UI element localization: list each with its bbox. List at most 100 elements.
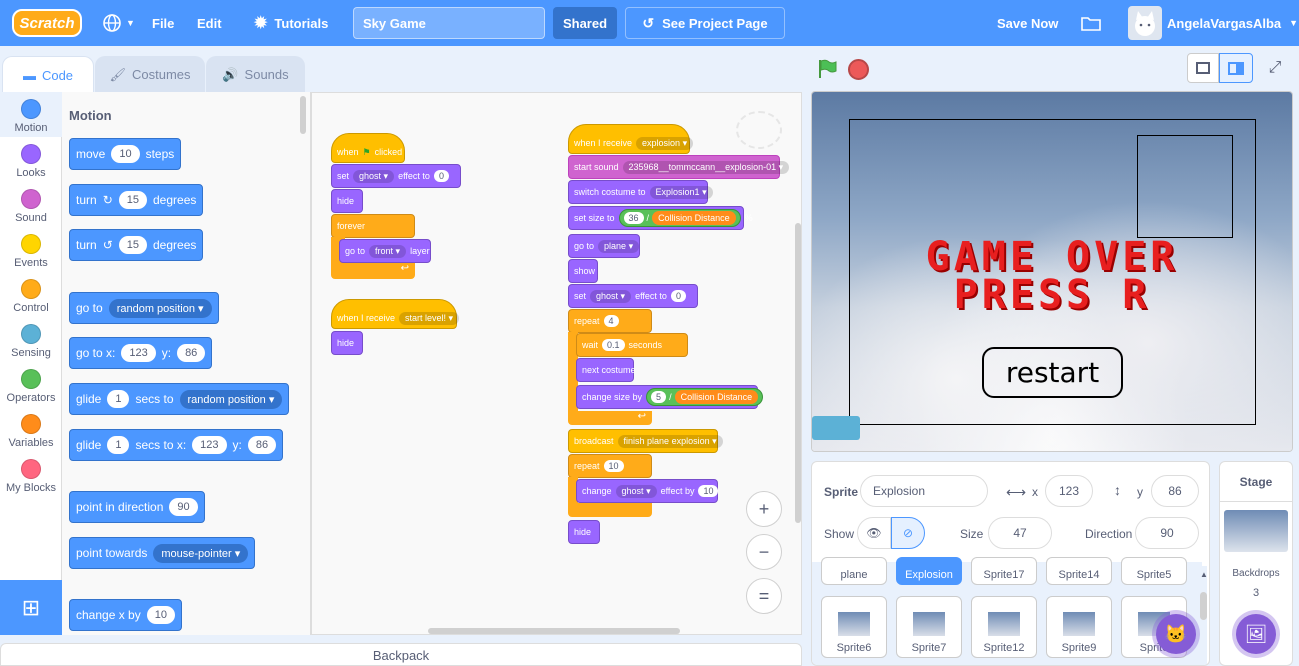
category-variables[interactable]: Variables [0,407,62,452]
block-broadcast[interactable]: broadcast finish plane explosion ▾ [568,429,723,453]
my-stuff-button[interactable] [1080,0,1102,46]
sprite-tile-sprite14[interactable]: Sprite14 [1046,557,1112,585]
stage-canvas[interactable]: GAME OVER PRESS R restart [811,91,1293,452]
sprite-tile-plane[interactable]: plane [821,557,887,585]
category-control[interactable]: Control [0,272,62,317]
block-hide[interactable]: hide [331,331,363,355]
block-switch-costume[interactable]: switch costume to Explosion1 ▾ [568,180,713,204]
sprite-tile-sprite9[interactable]: Sprite9 [1046,596,1112,658]
zoom-reset-button[interactable]: = [746,578,782,614]
edit-menu[interactable]: Edit [197,0,222,46]
block-go-to[interactable]: go to plane ▾ [568,234,640,258]
variable-reporter[interactable]: Collision Distance [674,390,759,404]
sprite-list-scrollbar[interactable] [1200,592,1207,620]
variable-reporter[interactable]: Collision Distance [652,211,736,225]
language-menu[interactable]: ▼ [102,0,135,46]
choose-backdrop-button[interactable]: 🖼 [1236,614,1276,654]
block-input[interactable]: 86 [177,344,206,362]
sprite-tile-sprite17[interactable]: Sprite17 [971,557,1037,585]
block-dropdown[interactable]: finish plane explosion ▾ [617,434,723,448]
block-glide-xy[interactable]: glide 1 secs to x: 123 y: 86 [69,429,284,461]
category-looks[interactable]: Looks [0,137,62,182]
hat-when-i-receive[interactable]: when I receive start level! ▾ [331,299,460,329]
account-menu[interactable]: AngelaVargasAlba ▼ [1167,0,1298,46]
green-flag-button[interactable] [816,58,838,83]
block-repeat[interactable]: repeat 10 [568,454,652,478]
block-dropdown[interactable]: mouse-pointer ▾ [153,543,249,563]
hat-when-i-receive-explosion[interactable]: when I receive explosion ▾ [568,124,694,154]
y-input[interactable]: 86 [1151,475,1199,507]
show-hidden-button[interactable]: ⊘ [891,517,925,549]
small-stage-button[interactable] [1187,53,1219,83]
block-input[interactable]: 10 [698,485,719,497]
restart-button-sprite[interactable]: restart [982,347,1123,398]
block-point-in-direction[interactable]: point in direction 90 [69,491,205,523]
sprite-tile-explosion-selected[interactable]: Explosion [896,557,962,585]
see-project-page-button[interactable]: ↺ See Project Page [625,7,785,39]
block-turn-right[interactable]: turn ↻ 15 degrees [69,184,204,216]
direction-input[interactable]: 90 [1135,517,1199,549]
file-menu[interactable]: File [152,0,174,46]
sprite-tile-sprite7[interactable]: Sprite7 [896,596,962,658]
block-dropdown[interactable]: ghost ▾ [615,484,657,498]
block-point-towards[interactable]: point towards mouse-pointer ▾ [69,537,256,569]
show-visible-button[interactable]: 👁 [857,517,891,549]
script-area[interactable]: when ⚑ clicked set ghost ▾ effect to 0 hide f… [311,92,802,635]
script-scrollbar-vertical[interactable] [795,223,801,523]
block-set-size[interactable]: set size to 36/Collision Distance% [568,206,753,230]
avatar[interactable] [1128,6,1162,40]
block-input[interactable]: 15 [118,236,147,254]
block-input[interactable]: 1 [107,390,130,408]
sprite-tile-sprite6[interactable]: Sprite6 [821,596,887,658]
block-input[interactable]: 86 [247,436,277,454]
stage-selector-pane[interactable]: Stage Backdrops 3 🖼 [1219,461,1293,666]
block-go-to-xy[interactable]: go to x: 123 y: 86 [69,337,213,369]
block-wait[interactable]: wait 0.1 seconds [576,333,688,357]
zoom-in-button[interactable]: + [746,491,782,527]
block-repeat[interactable]: repeat 4 [568,309,652,333]
choose-sprite-button[interactable]: 🐱 [1156,614,1196,654]
large-stage-button[interactable] [1219,53,1253,83]
category-operators[interactable]: Operators [0,362,62,407]
block-input[interactable]: 0.1 [602,339,625,351]
divide-operator[interactable]: 36/Collision Distance [618,209,741,227]
block-input[interactable]: 123 [192,436,227,454]
block-forever[interactable]: forever [331,214,415,238]
block-change-effect[interactable]: change ghost ▾ effect by 10 [576,479,719,503]
block-input[interactable]: 1 [107,436,130,454]
block-input[interactable]: 5 [651,391,667,403]
block-dropdown[interactable]: 235968__tommccann__explosion-01 ▾ [622,160,790,174]
scratch-logo[interactable]: Scratch [12,9,82,37]
block-input[interactable]: 10 [603,460,624,472]
block-hide[interactable]: hide [568,520,600,544]
block-set-effect[interactable]: set ghost ▾ effect to 0 [568,284,698,308]
x-input[interactable]: 123 [1045,475,1093,507]
category-motion[interactable]: Motion [0,92,62,137]
stage-thumbnail[interactable] [1224,510,1288,552]
zoom-out-button[interactable]: − [746,534,782,570]
block-dropdown[interactable]: explosion ▾ [636,136,694,150]
tab-code[interactable]: ▬ Code [2,56,94,94]
block-show[interactable]: show [568,259,598,283]
divide-operator[interactable]: 5/Collision Distance [646,388,764,406]
category-events[interactable]: Events [0,227,62,272]
tab-costumes[interactable]: 🖌 Costumes [95,56,205,92]
palette-scrollbar[interactable] [300,96,306,134]
block-input[interactable]: 123 [121,344,156,362]
block-next-costume[interactable]: next costume [576,358,636,382]
sprite-name-input[interactable]: Explosion [860,475,988,507]
block-dropdown[interactable]: Explosion1 ▾ [649,185,713,199]
block-input[interactable]: 10 [111,145,140,163]
stop-button[interactable] [848,59,869,80]
category-sound[interactable]: Sound [0,182,62,227]
block-input[interactable]: 10 [146,606,175,624]
block-turn-left[interactable]: turn ↺ 15 degrees [69,229,204,261]
category-my-blocks[interactable]: My Blocks [0,452,62,497]
block-dropdown[interactable]: ghost ▾ [590,289,632,303]
block-change-size[interactable]: change size by 5/Collision Distance [576,385,764,409]
block-input[interactable]: 36 [623,212,644,224]
block-dropdown[interactable]: random position ▾ [108,298,212,318]
backpack[interactable]: Backpack [0,643,802,666]
block-input[interactable]: 4 [603,315,619,327]
block-dropdown[interactable]: plane ▾ [598,239,640,253]
